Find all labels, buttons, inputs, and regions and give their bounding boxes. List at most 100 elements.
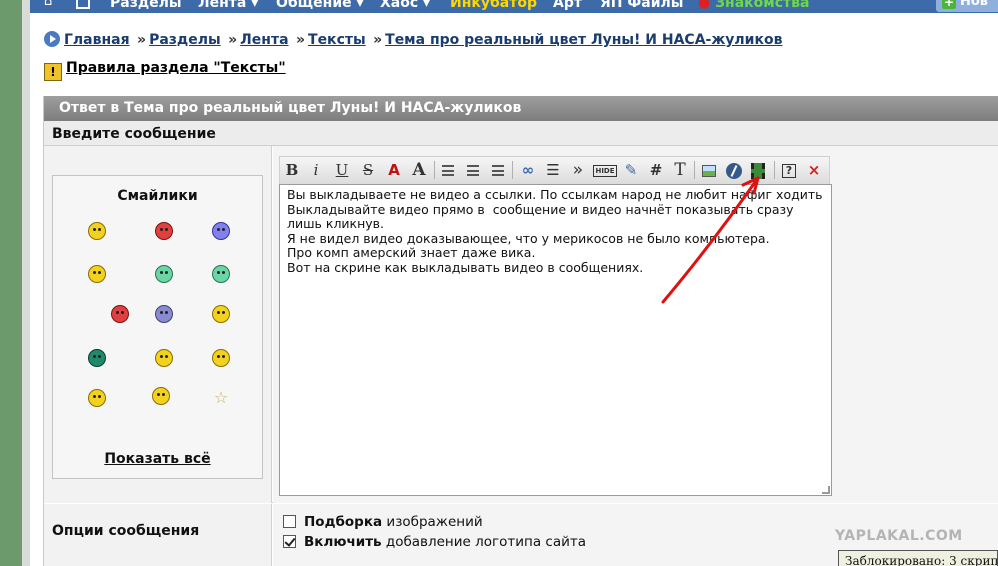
breadcrumb: Главная » Разделы » Лента » Тексты » Тема пр… [44, 31, 782, 49]
quote-button[interactable]: » [570, 160, 586, 180]
smiley-ninja-icon[interactable] [85, 346, 109, 370]
hash-button[interactable]: # [648, 160, 664, 180]
message-line: Я не видел видео доказывающее, что у мер… [287, 230, 770, 246]
italic-button[interactable]: i [308, 160, 324, 180]
breadcrumb-separator: » [373, 32, 383, 48]
form-header: Ответ в Тема про реальный цвет Луны! И Н… [44, 96, 998, 121]
smiley-cool-icon[interactable] [85, 219, 109, 243]
smiley-victory-icon[interactable] [209, 302, 233, 326]
gallery-checkbox[interactable] [283, 515, 296, 528]
blocked-scripts-notice[interactable]: Заблокировано: 3 скрипта [838, 550, 998, 566]
font-size-button[interactable]: A [410, 160, 428, 180]
breadcrumb-feed[interactable]: Лента [240, 32, 288, 48]
smiley-tired-icon[interactable] [152, 302, 176, 326]
page: ⌂ Разделы Лента ▾ Общение ▾ Хаос ▾ Инкуб… [30, 0, 998, 566]
option-site-logo[interactable]: Включить добавление логотипа сайта [283, 534, 586, 550]
watermark: YAPLAKAL.COM [835, 528, 963, 544]
typewriter-button[interactable]: T [672, 160, 688, 180]
smiley-love-icon[interactable] [152, 219, 176, 243]
edit-icon[interactable]: ✎ [622, 160, 640, 180]
nav-item-talk[interactable]: Общение ▾ [276, 0, 364, 11]
toolbar-separator [774, 161, 775, 179]
smilies-panel: Смайлики ☆ Показать всё [52, 175, 263, 479]
heart-icon: ● [698, 0, 711, 11]
option-bold-label: Включить [304, 534, 382, 550]
toolbar-separator [512, 161, 513, 179]
nav-item-dating[interactable]: ● Знакомства [698, 0, 809, 11]
option-image-gallery[interactable]: Подборка изображений [283, 514, 483, 530]
nav-item-feed[interactable]: Лента ▾ [198, 0, 258, 11]
smiley-gun-icon[interactable] [152, 262, 176, 286]
strike-button[interactable]: S [360, 160, 376, 180]
smiley-star-icon[interactable]: ☆ [209, 386, 233, 410]
home-icon[interactable]: ⌂ [44, 0, 52, 9]
smiley-laugh-icon[interactable] [149, 384, 173, 408]
bold-button[interactable]: B [284, 160, 300, 180]
align-left-icon[interactable] [440, 160, 456, 180]
show-all-smilies-link[interactable]: Показать всё [53, 451, 262, 467]
logo-checkbox[interactable] [283, 535, 296, 548]
smiley-clap-icon[interactable] [152, 346, 176, 370]
message-row: Смайлики ☆ Показать всё B i U S A A ∞ ☰ … [44, 146, 998, 503]
top-nav: ⌂ Разделы Лента ▾ Общение ▾ Хаос ▾ Инкуб… [30, 0, 998, 13]
close-icon[interactable]: × [806, 160, 822, 180]
option-label: изображений [382, 514, 483, 530]
flash-icon[interactable] [724, 160, 744, 180]
rules-link[interactable]: Правила раздела "Тексты" [66, 60, 286, 76]
nav-item-files[interactable]: ЯП Файлы [600, 0, 683, 11]
warning-icon: ! [44, 63, 62, 81]
underline-button[interactable]: U [334, 160, 350, 180]
reply-form: Ответ в Тема про реальный цвет Луны! И Н… [43, 96, 998, 566]
link-icon[interactable]: ∞ [518, 160, 538, 180]
breadcrumb-separator: » [228, 32, 238, 48]
align-center-icon[interactable] [465, 160, 481, 180]
resize-handle[interactable] [822, 486, 830, 494]
nav-item-art[interactable]: Арт [553, 0, 582, 11]
message-line: Про комп амерский знает даже вика. [287, 245, 536, 260]
breadcrumb-topic[interactable]: Тема про реальный цвет Луны! И НАСА-жули… [385, 32, 782, 48]
option-label: добавление логотипа сайта [381, 534, 587, 550]
breadcrumb-arrow-icon [44, 31, 60, 47]
new-button[interactable]: + Нов [936, 0, 998, 12]
smiley-shooter-icon[interactable] [108, 302, 132, 326]
message-line: лишь кликнув. [287, 216, 385, 231]
text-color-button[interactable]: A [386, 160, 402, 180]
bookmark-icon[interactable] [76, 0, 90, 9]
list-icon[interactable]: ☰ [544, 160, 562, 180]
breadcrumb-home[interactable]: Главная [64, 32, 130, 48]
window-border [22, 0, 30, 566]
help-icon[interactable]: ? [780, 160, 798, 180]
image-icon[interactable] [700, 160, 718, 180]
message-line: Вот на скрине как выкладывать видео в со… [287, 259, 644, 275]
smiley-green-icon[interactable] [209, 262, 233, 286]
nav-item-sections[interactable]: Разделы [110, 0, 182, 11]
breadcrumb-separator: » [137, 32, 147, 48]
window-left-edge [0, 0, 30, 566]
nav-item-chaos[interactable]: Хаос ▾ [380, 0, 430, 11]
align-right-icon[interactable] [490, 160, 506, 180]
smiley-thinking-icon[interactable] [85, 262, 109, 286]
breadcrumb-sections[interactable]: Разделы [149, 32, 221, 48]
option-bold-label: Подборка [304, 514, 383, 530]
section-rules: ! Правила раздела "Тексты" [44, 60, 286, 81]
breadcrumb-separator: » [295, 32, 306, 48]
smiley-blue-icon[interactable] [209, 219, 233, 243]
options-label: Опции сообщения [44, 504, 272, 566]
toolbar-separator [434, 161, 435, 179]
editor-column: B i U S A A ∞ ☰ » HIDE ✎ # T ? × Вы выкл… [273, 146, 998, 503]
plus-icon: + [942, 0, 956, 9]
smiley-drink-icon[interactable] [85, 386, 109, 410]
smilies-column: Смайлики ☆ Показать всё [44, 146, 272, 503]
video-icon[interactable] [748, 160, 768, 180]
smilies-title: Смайлики [117, 188, 198, 204]
editor-toolbar: B i U S A A ∞ ☰ » HIDE ✎ # T ? × [279, 156, 830, 184]
nav-item-incubator[interactable]: Инкубатор [450, 0, 537, 11]
toolbar-separator [694, 161, 695, 179]
hide-button[interactable]: HIDE [592, 160, 618, 180]
breadcrumb-texts[interactable]: Тексты [308, 32, 366, 48]
message-line: Выкладывайте видео прямо в сообщение и в… [287, 201, 794, 217]
smiley-cheer-icon[interactable] [209, 346, 233, 370]
message-line: Вы выкладываете не видео а ссылки. По сс… [287, 187, 823, 202]
message-textarea[interactable]: Вы выкладываете не видео а ссылки. По сс… [279, 184, 832, 496]
form-subheader: Введите сообщение [44, 121, 998, 146]
